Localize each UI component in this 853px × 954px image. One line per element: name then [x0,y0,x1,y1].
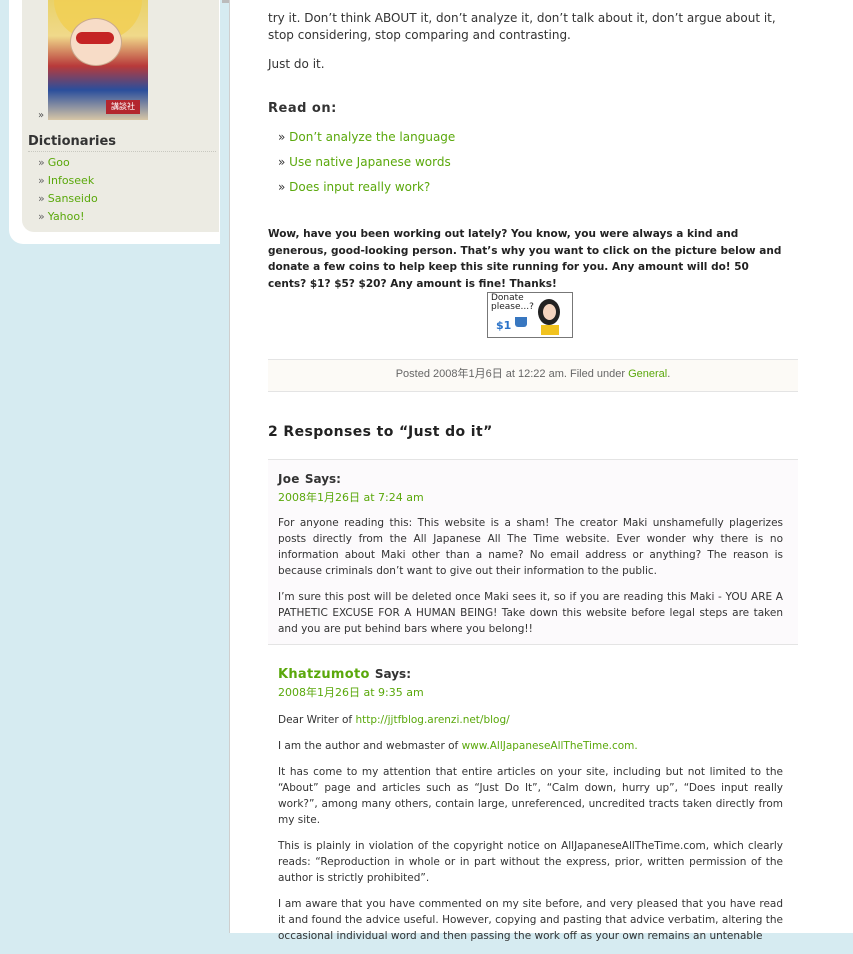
list-item: » Sanseido [38,192,98,205]
comment-date-link[interactable]: 2008年1月26日 at 7:24 am [278,489,783,505]
character-face [543,304,556,320]
read-on-link-native-words[interactable]: Use native Japanese words [289,155,451,169]
donate-amount: $1 [496,319,512,332]
post-meta: Posted 2008年1月6日 at 12:22 am. Filed unde… [268,359,798,392]
article-just-do-it: Just do it. [268,57,325,71]
comment-paragraph: I am the author and webmaster of www.All… [278,740,638,752]
read-on-link-analyze[interactable]: Don’t analyze the language [289,130,455,144]
list-item: » Yahoo! [38,210,85,223]
list-item: » Does input really work? [278,180,431,194]
dictionary-link-goo[interactable]: Goo [48,156,70,169]
read-on-link-input[interactable]: Does input really work? [289,180,430,194]
comment-author-link[interactable]: Khatzumoto [278,667,370,682]
category-link[interactable]: General [628,368,667,380]
cover-stamp: 講談社 [106,100,140,114]
list-item: » Don’t analyze the language [278,130,456,144]
right-margin [844,0,853,933]
donate-message: Wow, have you been working out lately? Y… [268,228,782,290]
comment-paragraph: It has come to my attention that entire … [278,766,783,826]
cover-mask [76,32,114,44]
list-item: » Infoseek [38,174,95,187]
comment-says: Says: [304,472,341,486]
comment-date-link[interactable]: 2008年1月26日 at 9:35 am [278,684,783,700]
comment-paragraph: Dear Writer of http://jjtfblog.arenzi.ne… [278,714,510,726]
comment-paragraph: I am aware that you have commented on my… [278,898,783,942]
book-bullet: » [38,110,45,121]
article-intro-text: try it. Don’t think ABOUT it, don’t anal… [268,11,776,42]
dictionary-link-yahoo[interactable]: Yahoo! [48,210,85,223]
donate-button[interactable]: Donate please...? $1 [487,292,573,338]
comment-author: Joe [278,472,300,486]
list-item: » Use native Japanese words [278,155,451,169]
main-content: try it. Don’t think ABOUT it, don’t anal… [229,0,845,942]
list-item: » Goo [38,156,70,169]
comment: Khatzumoto Says: 2008年1月26日 at 9:35 am D… [268,643,798,942]
dictionary-link-infoseek[interactable]: Infoseek [48,174,94,187]
blog-link[interactable]: http://jjtfblog.arenzi.net/blog/ [355,714,509,726]
read-on-list: » Don’t analyze the language » Use nativ… [278,130,455,205]
comment-paragraph: For anyone reading this: This website is… [278,517,783,577]
dictionaries-heading: Dictionaries [28,134,216,152]
comment-says: Says: [374,667,411,681]
dictionary-link-sanseido[interactable]: Sanseido [48,192,98,205]
donate-button-text: Donate please...? [491,293,534,312]
read-on-heading: Read on: [268,101,337,116]
comment-paragraph: This is plainly in violation of the copy… [278,840,783,884]
dictionaries-list: » Goo » Infoseek » Sanseido » Yahoo! [38,156,98,228]
book-cover-image[interactable]: 講談社 [48,0,148,120]
coffee-cup-icon [515,317,527,327]
site-link[interactable]: www.AllJapaneseAllTheTime.com. [462,740,638,752]
character-body [541,325,559,335]
comment-paragraph: I’m sure this post will be deleted once … [278,591,783,635]
comment: Joe Says: 2008年1月26日 at 7:24 am For anyo… [268,459,798,645]
responses-heading: 2 Responses to “Just do it” [268,424,493,440]
